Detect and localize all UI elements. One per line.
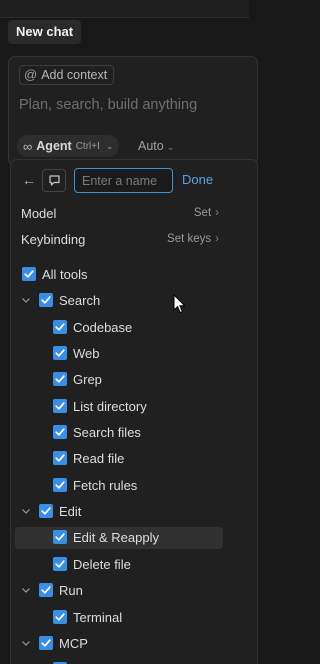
- title-bar: [0, 0, 249, 18]
- checkbox-checked[interactable]: [53, 557, 67, 571]
- tree-label: Terminal: [73, 610, 123, 625]
- chevron-down-icon[interactable]: [20, 584, 32, 596]
- tree-label: Codebase: [73, 320, 133, 335]
- all-tools-row[interactable]: All tools: [11, 264, 257, 286]
- setting-value: Set keys ›: [167, 233, 219, 245]
- agent-shortcut: Ctrl+I: [75, 140, 100, 152]
- checkbox-checked[interactable]: [53, 425, 67, 439]
- setting-label: Model: [21, 206, 57, 221]
- chevron-down-icon: ⌄: [105, 140, 114, 151]
- agent-config-popup: ← Done Model Set› Keybinding Set keys› A…: [10, 159, 258, 664]
- popup-header: ← Done: [11, 168, 257, 194]
- chevron-down-icon[interactable]: [20, 294, 32, 306]
- agent-mode-label: Agent: [36, 139, 72, 153]
- tree-label: All tools: [42, 267, 88, 282]
- tool-row-search-files[interactable]: Search files: [11, 422, 257, 444]
- tool-row-read-file[interactable]: Read file: [11, 448, 257, 470]
- tool-row-codebase[interactable]: Codebase: [11, 317, 257, 339]
- tree-label: Web: [73, 346, 100, 361]
- composer-placeholder[interactable]: Plan, search, build anything: [19, 97, 197, 113]
- agent-mode-button[interactable]: ∞ Agent Ctrl+I ⌄: [17, 135, 120, 157]
- model-setting-row[interactable]: Model Set ›: [11, 203, 257, 225]
- checkbox-checked[interactable]: [39, 636, 53, 650]
- checkbox-checked[interactable]: [53, 320, 67, 334]
- tree-label: Fetch rules: [73, 478, 138, 493]
- checkbox-checked[interactable]: [22, 267, 36, 281]
- tree-label: Run: [59, 583, 83, 598]
- tree-label: Delete file: [73, 557, 131, 572]
- chat-icon-button[interactable]: [42, 169, 66, 192]
- chevron-right-icon: ›: [215, 207, 219, 219]
- tool-row-delete-file[interactable]: Delete file: [11, 554, 257, 576]
- setting-label: Keybinding: [21, 232, 86, 247]
- tree-label: MCP: [59, 636, 88, 651]
- tool-row-terminal[interactable]: Terminal: [11, 607, 257, 629]
- add-context-label: Add context: [41, 68, 108, 82]
- chevron-down-icon: ⌄: [166, 142, 175, 152]
- tool-row-list-directory[interactable]: List directory: [11, 396, 257, 418]
- tree-label: Grep: [73, 372, 102, 387]
- model-select-button[interactable]: Auto ⌄: [138, 139, 174, 153]
- tool-row-grep[interactable]: Grep: [11, 369, 257, 391]
- checkbox-checked[interactable]: [53, 451, 67, 465]
- checkbox-checked[interactable]: [53, 372, 67, 386]
- back-arrow-icon[interactable]: ←: [20, 171, 38, 189]
- add-context-button[interactable]: @ Add context: [19, 65, 115, 85]
- chevron-down-icon[interactable]: [20, 505, 32, 517]
- keybinding-setting-row[interactable]: Keybinding Set keys ›: [11, 229, 257, 251]
- mouse-cursor-icon: [173, 294, 187, 314]
- setting-value: Set ›: [193, 207, 219, 219]
- infinity-icon: ∞: [23, 138, 33, 154]
- group-row-run[interactable]: Run: [11, 580, 257, 602]
- checkbox-checked[interactable]: [53, 610, 67, 624]
- checkbox-checked[interactable]: [53, 478, 67, 492]
- checkbox-checked[interactable]: [39, 583, 53, 597]
- checkbox-checked[interactable]: [53, 399, 67, 413]
- checkbox-checked[interactable]: [53, 346, 67, 360]
- done-button[interactable]: Done: [182, 172, 213, 187]
- tool-row-fetch-rules[interactable]: Fetch rules: [11, 475, 257, 497]
- at-icon: @: [24, 67, 38, 82]
- tree-label: List directory: [73, 399, 147, 414]
- checkbox-checked[interactable]: [53, 530, 67, 544]
- tab-new-chat[interactable]: New chat: [8, 20, 82, 44]
- chevron-right-icon: ›: [215, 233, 219, 245]
- group-row-search[interactable]: Search: [11, 290, 257, 312]
- model-select-label: Auto: [138, 139, 164, 153]
- chevron-down-icon[interactable]: [20, 637, 32, 649]
- tree-label: Edit: [59, 504, 82, 519]
- chat-bubble-icon: [48, 175, 60, 186]
- tool-row-web[interactable]: Web: [11, 343, 257, 365]
- tree-label: Search: [59, 293, 101, 308]
- mode-name-input[interactable]: [74, 168, 173, 193]
- tool-row-edit-reapply[interactable]: Edit & Reapply: [15, 527, 223, 549]
- tree-label: Edit & Reapply: [73, 530, 159, 545]
- tree-label: Read file: [73, 451, 125, 466]
- checkbox-checked[interactable]: [39, 293, 53, 307]
- group-row-edit[interactable]: Edit: [11, 501, 257, 523]
- group-row-mcp[interactable]: MCP: [11, 633, 257, 655]
- checkbox-checked[interactable]: [39, 504, 53, 518]
- tool-row-partial[interactable]: [11, 659, 257, 664]
- tree-label: Search files: [73, 425, 141, 440]
